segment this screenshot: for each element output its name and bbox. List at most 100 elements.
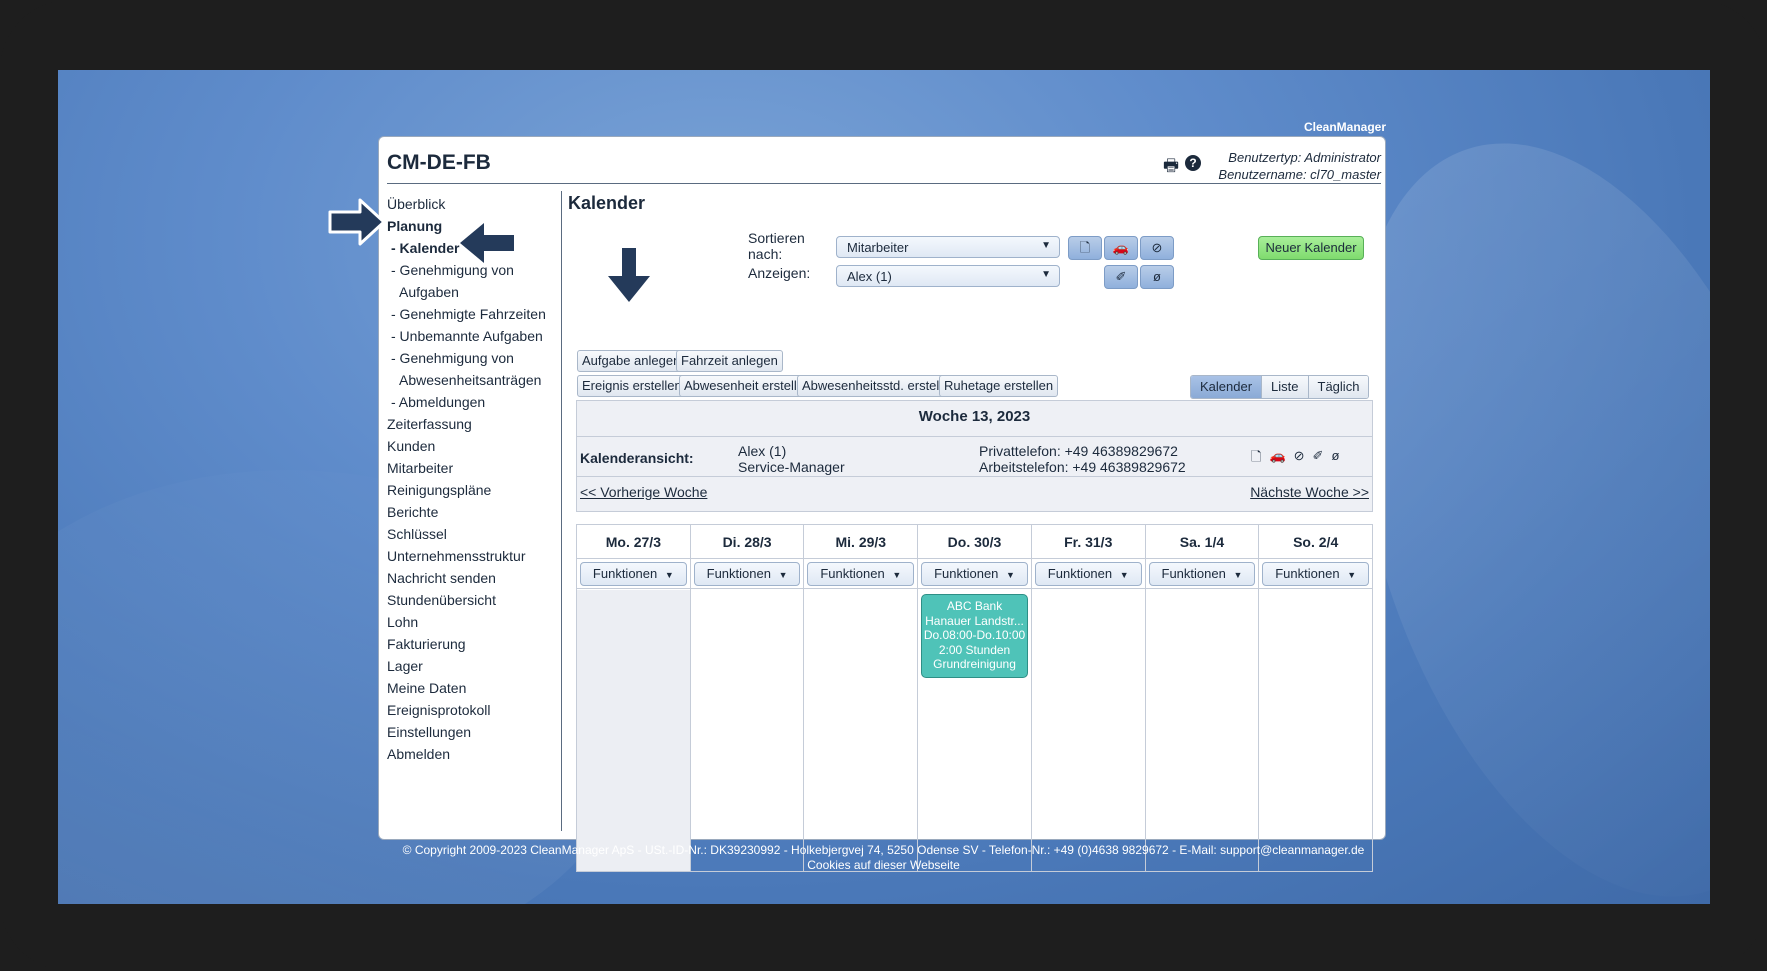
chevron-down-icon: ▼ [1041, 240, 1051, 251]
sidebar-item-hours-overview[interactable]: Stundenübersicht [387, 589, 562, 611]
sidebar-item-settings[interactable]: Einstellungen [387, 721, 562, 743]
next-week-link[interactable]: Nächste Woche >> [1250, 484, 1369, 500]
day-column: Mo. 27/3 Funktionen ▼ [577, 525, 690, 871]
panel-divider [577, 436, 1372, 437]
arrow-right-icon [328, 198, 386, 246]
sort-select[interactable]: Mitarbeiter ▼ [836, 236, 1060, 258]
view-list-tab[interactable]: Liste [1261, 376, 1308, 398]
arrow-down-icon [608, 248, 650, 302]
sidebar-item-unmanned-tasks[interactable]: - Unbemannte Aufgaben [387, 325, 562, 347]
footer-cookies-link[interactable]: Cookies auf dieser Webseite [0, 858, 1767, 873]
arrow-left-icon [460, 223, 514, 263]
day-body[interactable] [577, 590, 690, 871]
calendar-view-label: Kalenderansicht: [580, 450, 694, 466]
help-icon[interactable]: ? [1185, 155, 1202, 171]
functions-dropdown[interactable]: Funktionen ▼ [1148, 562, 1256, 586]
view-switcher: Kalender Liste Täglich [1190, 375, 1370, 399]
sidebar-item-company-structure[interactable]: Unternehmensstruktur [387, 545, 562, 567]
day-body[interactable]: ABC Bank Hanauer Landstr... Do.08:00-Do.… [918, 590, 1031, 871]
functions-dropdown[interactable]: Funktionen ▼ [921, 562, 1028, 586]
create-absence-button[interactable]: Abwesenheit erstellen [679, 375, 817, 397]
event-type: Grundreinigung [933, 657, 1016, 672]
sidebar-item-keys[interactable]: Schlüssel [387, 523, 562, 545]
show-select[interactable]: Alex (1) ▼ [836, 265, 1060, 287]
sort-label-2: nach: [748, 246, 783, 262]
work-phone: Arbeitstelefon: +49 46389829672 [979, 459, 1186, 475]
sidebar-item-stock[interactable]: Lager [387, 655, 562, 677]
sidebar-item-my-data[interactable]: Meine Daten [387, 677, 562, 699]
create-absence-hours-button[interactable]: Abwesenheitsstd. erstellen [797, 375, 962, 397]
functions-label: Funktionen [1047, 566, 1113, 581]
day-body[interactable] [1259, 590, 1372, 871]
footer-copyright: © Copyright 2009-2023 CleanManager ApS -… [402, 843, 1365, 857]
chevron-down-icon: ▼ [1233, 570, 1243, 580]
slashed-pen-icon[interactable]: ✐ [1313, 448, 1324, 470]
create-event-button[interactable]: Ereignis erstellen [577, 375, 687, 397]
functions-dropdown[interactable]: Funktionen ▼ [1034, 562, 1142, 586]
document-icon[interactable]: 🗋 [1068, 236, 1102, 260]
view-calendar-tab[interactable]: Kalender [1191, 376, 1262, 398]
create-drive-time-button[interactable]: Fahrzeit anlegen [676, 350, 783, 372]
panel-divider [577, 476, 1372, 477]
calendar-event[interactable]: ABC Bank Hanauer Landstr... Do.08:00-Do.… [921, 594, 1028, 678]
functions-label: Funktionen [1275, 566, 1340, 581]
user-name: Benutzername: cl70_master [1218, 167, 1381, 182]
no-entry-icon[interactable]: ⊘ [1140, 236, 1174, 260]
sidebar-item-absence-approval-cont[interactable]: Abwesenheitsanträgen [387, 369, 562, 391]
car-icon[interactable]: 🚗 [1269, 448, 1285, 470]
new-calendar-button[interactable]: Neuer Kalender [1258, 236, 1364, 260]
sidebar-item-deregistrations[interactable]: - Abmeldungen [387, 391, 562, 413]
functions-dropdown[interactable]: Funktionen ▼ [693, 562, 801, 586]
day-body[interactable] [1032, 590, 1145, 871]
functions-dropdown[interactable]: Funktionen ▼ [580, 562, 687, 586]
chevron-down-icon: ▼ [1347, 570, 1357, 580]
view-daily-tab[interactable]: Täglich [1307, 376, 1369, 398]
event-customer: ABC Bank [946, 599, 1003, 613]
sort-select-value: Mitarbeiter [847, 240, 909, 255]
week-title: Woche 13, 2023 [918, 408, 1031, 425]
sidebar-item-reports[interactable]: Berichte [387, 501, 562, 523]
functions-dropdown[interactable]: Funktionen ▼ [1262, 562, 1370, 586]
sidebar-item-event-log[interactable]: Ereignisprotokoll [387, 699, 562, 721]
footer: © Copyright 2009-2023 CleanManager ApS -… [0, 843, 1767, 873]
print-icon[interactable]: 🖶 [1163, 153, 1179, 182]
day-body[interactable] [691, 590, 804, 871]
chevron-down-icon: ▼ [664, 570, 674, 580]
sidebar-item-task-approval-cont[interactable]: Aufgaben [387, 281, 562, 303]
user-type: Benutzertyp: Administrator [1228, 150, 1381, 165]
sidebar-divider [561, 191, 562, 831]
functions-label: Funktionen [706, 566, 771, 581]
chevron-down-icon: ▼ [778, 570, 788, 580]
create-task-button[interactable]: Aufgabe anlegen [577, 350, 686, 372]
sidebar-item-absence-approval[interactable]: - Genehmigung von [387, 347, 562, 369]
day-header: Sa. 1/4 [1145, 525, 1259, 559]
previous-week-link[interactable]: << Vorherige Woche [580, 484, 707, 500]
day-header: Fr. 31/3 [1031, 525, 1145, 559]
slashed-pen-icon[interactable]: ✐ [1104, 265, 1138, 289]
car-icon[interactable]: 🚗 [1104, 236, 1138, 260]
day-body[interactable] [804, 590, 917, 871]
chevron-down-icon: ▼ [1119, 570, 1129, 580]
sidebar-item-payroll[interactable]: Lohn [387, 611, 562, 633]
slashed-sign-icon[interactable]: ø [1331, 448, 1339, 470]
sidebar-item-customers[interactable]: Kunden [387, 435, 562, 457]
chevron-down-icon: ▼ [892, 570, 902, 580]
slashed-sign-icon[interactable]: ø [1140, 265, 1174, 289]
sidebar-item-approved-drive-times[interactable]: - Genehmigte Fahrzeiten [387, 303, 562, 325]
event-address: Hanauer Landstr... [925, 613, 1024, 628]
functions-label: Funktionen [592, 566, 658, 581]
no-entry-icon[interactable]: ⊘ [1294, 448, 1305, 470]
sidebar-item-overview[interactable]: Überblick [387, 193, 562, 215]
document-icon[interactable]: 🗋 [1251, 448, 1261, 470]
functions-dropdown[interactable]: Funktionen ▼ [807, 562, 915, 586]
calendar-view-icons: 🗋 🚗 ⊘ ✐ ø [1251, 448, 1339, 470]
sidebar-item-logout[interactable]: Abmelden [387, 743, 562, 765]
sidebar-item-send-message[interactable]: Nachricht senden [387, 567, 562, 589]
day-body[interactable] [1146, 590, 1259, 871]
sidebar-item-invoicing[interactable]: Fakturierung [387, 633, 562, 655]
create-rest-days-button[interactable]: Ruhetage erstellen [939, 375, 1059, 397]
day-header: Do. 30/3 [918, 525, 1031, 559]
sidebar-item-cleaning-plans[interactable]: Reinigungspläne [387, 479, 562, 501]
sidebar-item-time-tracking[interactable]: Zeiterfassung [387, 413, 562, 435]
sidebar-item-employees[interactable]: Mitarbeiter [387, 457, 562, 479]
